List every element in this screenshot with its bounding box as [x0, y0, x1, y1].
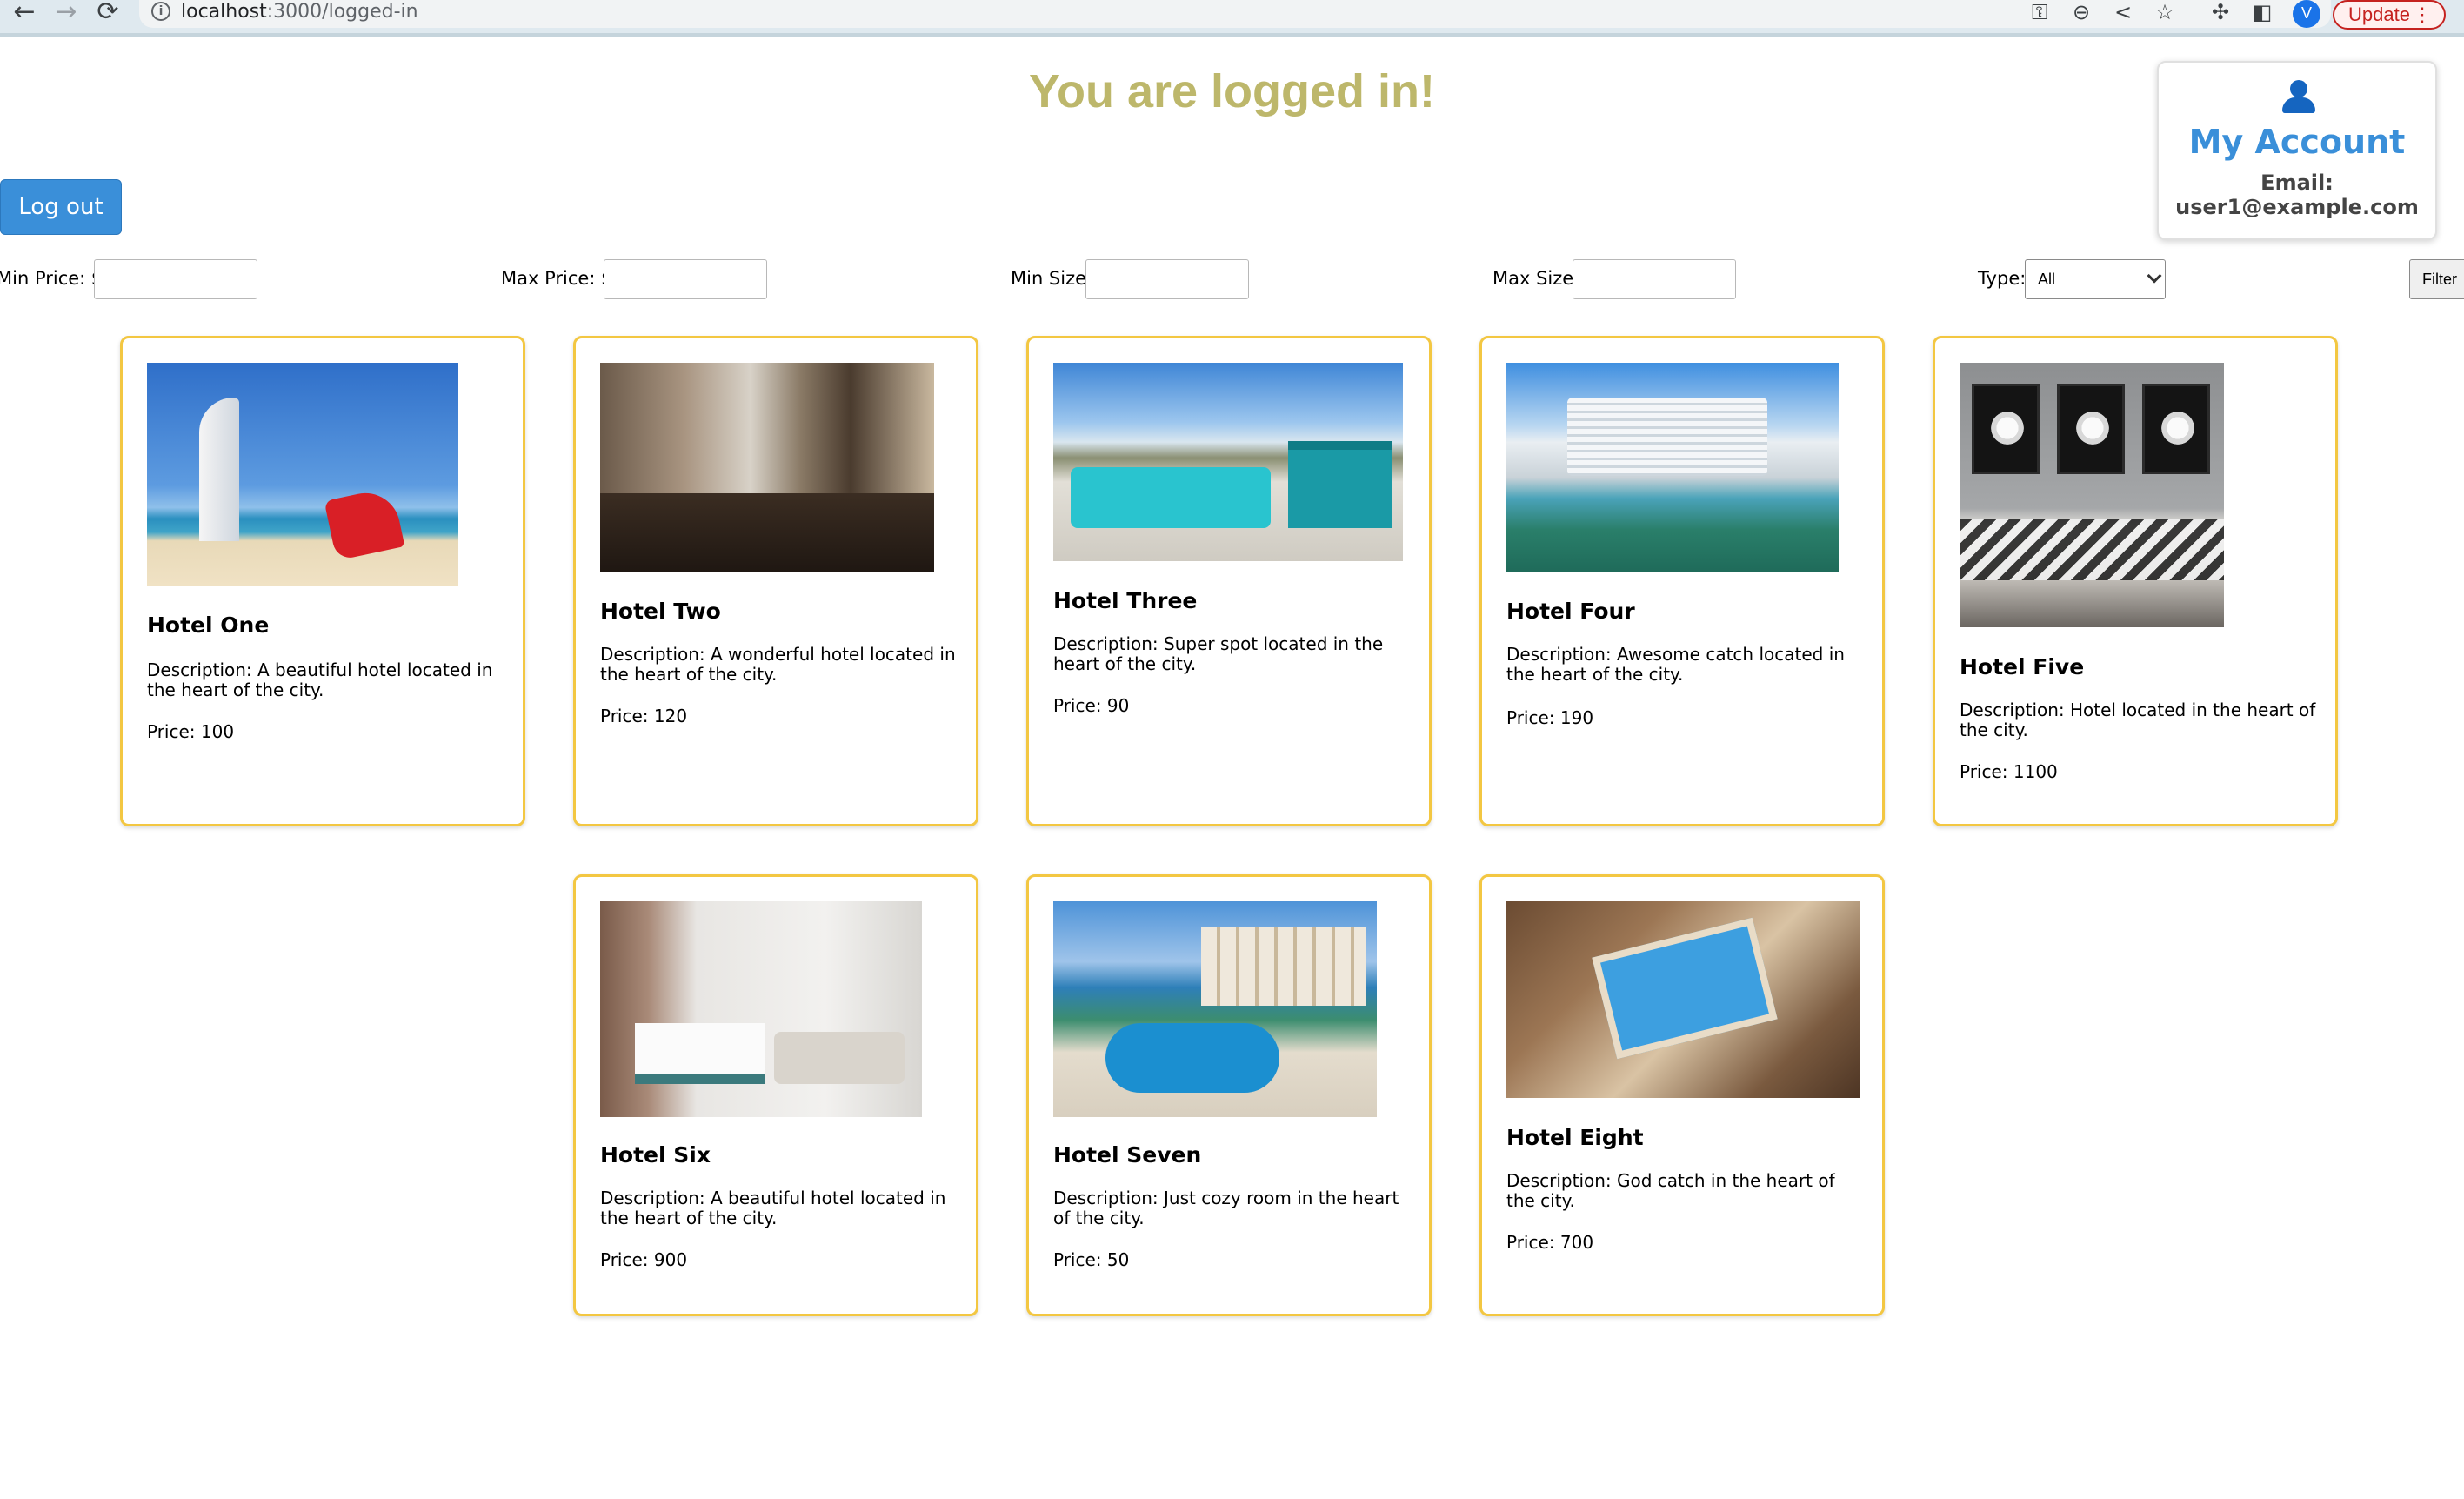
hotel-description: Description: God catch in the heart of t…: [1506, 1170, 1835, 1211]
forward-arrow-icon[interactable]: →: [49, 0, 83, 26]
max-size-input[interactable]: [1573, 259, 1736, 299]
share-icon[interactable]: <: [2108, 0, 2138, 26]
hotel-photo: [600, 901, 922, 1117]
address-bar[interactable]: i localhost:3000/logged-in ⚿ ⊖ < ☆: [139, 0, 2331, 28]
back-arrow-icon[interactable]: ←: [7, 0, 42, 26]
max-price-input[interactable]: [604, 259, 767, 299]
bookmark-star-icon[interactable]: ☆: [2150, 0, 2180, 26]
hotel-photo: [1506, 363, 1839, 572]
hotel-name: Hotel Six: [600, 1142, 711, 1168]
hotel-description: Description: A beautiful hotel located i…: [147, 659, 493, 700]
update-button[interactable]: Update ⋮: [2333, 0, 2446, 30]
profile-avatar[interactable]: V: [2293, 0, 2320, 28]
type-select[interactable]: All: [2025, 259, 2166, 299]
type-label: Type:: [1978, 268, 2027, 289]
hotel-card: Hotel Two Description: A wonderful hotel…: [573, 336, 978, 826]
account-card[interactable]: My Account Email: user1@example.com: [2157, 61, 2437, 240]
hotel-name: Hotel Eight: [1506, 1125, 1644, 1150]
hotel-description: Description: Super spot located in the h…: [1053, 633, 1384, 674]
url-path: :3000/logged-in: [266, 1, 418, 23]
hotel-price: Price: 120: [600, 706, 688, 726]
hotel-price: Price: 50: [1053, 1249, 1130, 1270]
page-title: You are logged in!: [1028, 65, 1435, 117]
min-price-input[interactable]: [94, 259, 257, 299]
filter-button[interactable]: Filter: [2409, 259, 2464, 299]
extensions-puzzle-icon[interactable]: ✣: [2206, 0, 2235, 26]
hotel-price: Price: 190: [1506, 707, 1594, 728]
update-label: Update: [2348, 3, 2410, 25]
hotel-photo: [1960, 363, 2224, 627]
hotel-card: Hotel One Description: A beautiful hotel…: [120, 336, 525, 826]
url-host: localhost: [181, 1, 267, 23]
hotel-name: Hotel Three: [1053, 588, 1198, 613]
hotel-name: Hotel Two: [600, 599, 721, 624]
hotel-photo: [147, 363, 458, 586]
min-size-label: Min Size:: [1011, 268, 1093, 289]
hotel-card: Hotel Seven Description: Just cozy room …: [1026, 874, 1432, 1316]
browser-toolbar: ← → ⟳ i localhost:3000/logged-in ⚿ ⊖ < ☆…: [0, 0, 2464, 37]
hotel-card: Hotel Six Description: A beautiful hotel…: [573, 874, 978, 1316]
logout-button[interactable]: Log out: [0, 179, 122, 235]
hotel-name: Hotel Four: [1506, 599, 1635, 624]
hotel-description: Description: Hotel located in the heart …: [1960, 699, 2316, 740]
hotel-description: Description: A wonderful hotel located i…: [600, 644, 956, 685]
hotel-name: Hotel Seven: [1053, 1142, 1202, 1168]
hotel-price: Price: 90: [1053, 695, 1130, 716]
type-select-value: All: [2038, 271, 2056, 288]
url-text[interactable]: localhost:3000/logged-in: [181, 0, 418, 24]
site-info-icon[interactable]: i: [151, 2, 170, 21]
hotel-price: Price: 1100: [1960, 761, 2058, 782]
hotel-card: Hotel Four Description: Awesome catch lo…: [1479, 336, 1885, 826]
account-email: user1@example.com: [2175, 195, 2419, 219]
user-icon: [2159, 80, 2435, 115]
hotel-photo: [1506, 901, 1860, 1098]
hotel-price: Price: 100: [147, 721, 235, 742]
hotel-photo: [1053, 363, 1403, 561]
hotel-price: Price: 900: [600, 1249, 688, 1270]
side-panel-icon[interactable]: ◧: [2247, 0, 2277, 26]
hotel-name: Hotel Five: [1960, 654, 2085, 679]
key-icon[interactable]: ⚿: [2025, 0, 2054, 26]
hotel-description: Description: Awesome catch located in th…: [1506, 644, 1845, 685]
zoom-icon[interactable]: ⊖: [2067, 0, 2096, 26]
hotel-name: Hotel One: [147, 612, 270, 638]
reload-icon[interactable]: ⟳: [90, 0, 125, 26]
hotel-description: Description: Just cozy room in the heart…: [1053, 1188, 1399, 1228]
hotel-photo: [600, 363, 934, 572]
account-email-label: Email:: [2260, 171, 2334, 195]
hotel-price: Price: 700: [1506, 1232, 1594, 1253]
max-size-label: Max Size:: [1492, 268, 1580, 289]
hotel-card: Hotel Three Description: Super spot loca…: [1026, 336, 1432, 826]
chevron-down-icon: [2147, 268, 2162, 284]
menu-dots-icon: ⋮: [2413, 3, 2432, 25]
hotel-card: Hotel Eight Description: God catch in th…: [1479, 874, 1885, 1316]
min-size-input[interactable]: [1085, 259, 1249, 299]
hotel-card: Hotel Five Description: Hotel located in…: [1933, 336, 2338, 826]
hotel-description: Description: A beautiful hotel located i…: [600, 1188, 946, 1228]
max-price-label: Max Price: $: [501, 268, 613, 289]
hotel-photo: [1053, 901, 1377, 1117]
account-title: My Account: [2188, 123, 2406, 161]
min-price-label: Min Price: $: [0, 268, 104, 289]
